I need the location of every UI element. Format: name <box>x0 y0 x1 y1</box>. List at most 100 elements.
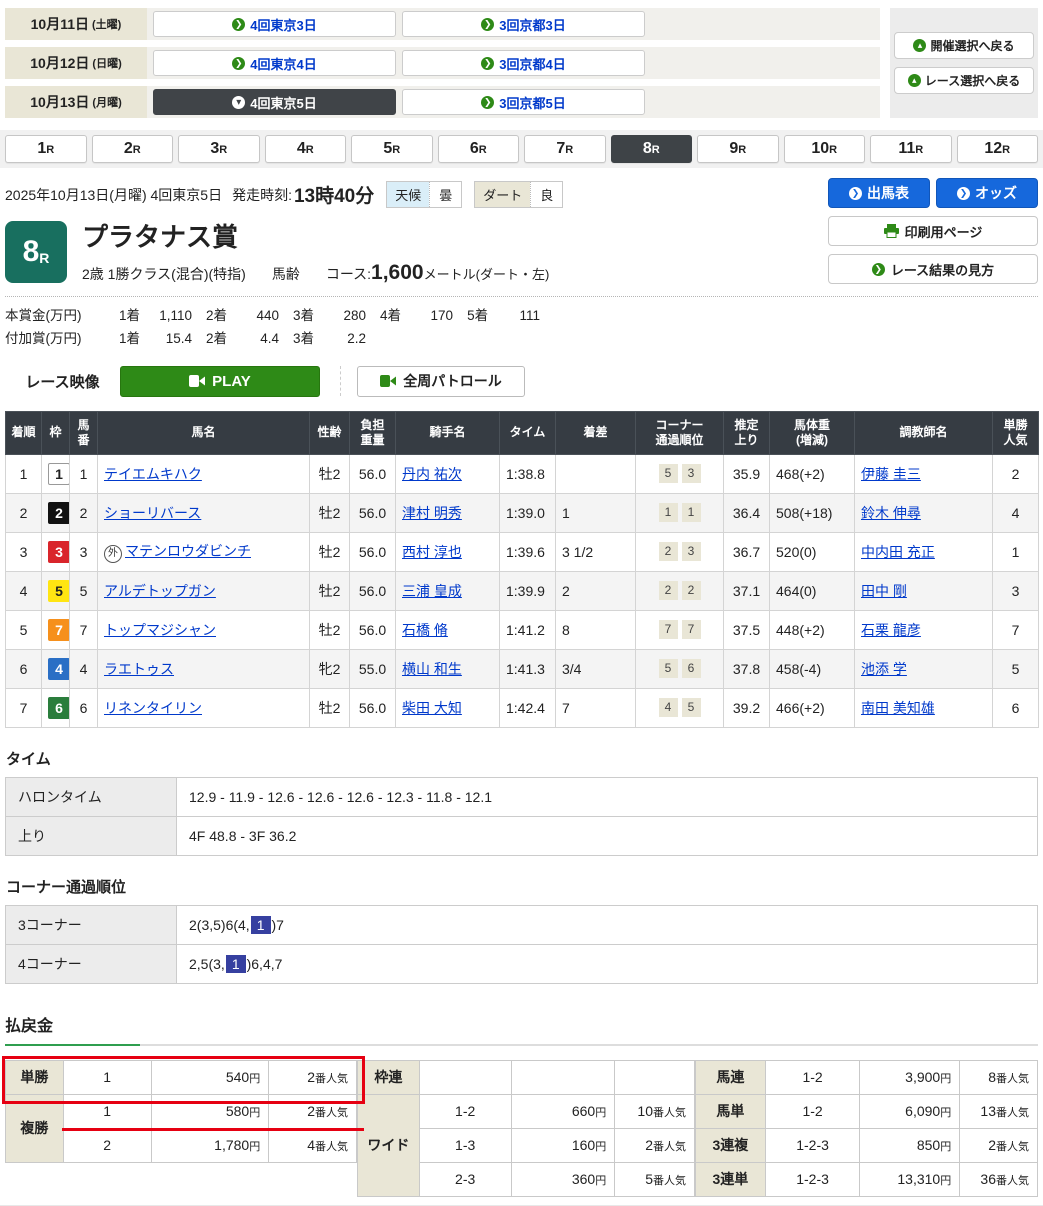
race-tab-7r[interactable]: 7R <box>524 135 606 163</box>
patrol-video-button[interactable]: 全周パトロール <box>357 366 525 397</box>
unit-suffix: 番人気 <box>315 1107 348 1119</box>
result-row: 111テイエムキハク牡256.0丹内 祐次1:38.85335.9468(+2)… <box>6 454 1039 493</box>
race-tab-12r[interactable]: 12R <box>957 135 1039 163</box>
chevron-right-icon: ❯ <box>481 57 494 70</box>
corner-pos-badge: 2 <box>659 581 678 600</box>
jockey-cell: 三浦 皇成 <box>396 571 500 610</box>
finish-time: 1:41.2 <box>500 610 556 649</box>
results-col-header: 馬体重 (増減) <box>770 411 855 454</box>
horse-name-cell: テイエムキハク <box>98 454 310 493</box>
race-tab-4r[interactable]: 4R <box>265 135 347 163</box>
race-number-suffix: R <box>39 250 49 266</box>
carried-weight: 55.0 <box>350 649 396 688</box>
jockey-link[interactable]: 三浦 皇成 <box>402 583 462 599</box>
race-tab-suffix: R <box>652 144 660 156</box>
race-tab-8r[interactable]: 8R <box>611 135 693 163</box>
trainer-cell: 田中 剛 <box>855 571 993 610</box>
corner-pos-badge: 4 <box>659 698 678 717</box>
horse-name-link[interactable]: トップマジシャン <box>104 622 216 638</box>
corner-pos-badge: 1 <box>659 503 678 522</box>
back-to-race-select-button[interactable]: ▴レース選択へ戻る <box>894 67 1034 94</box>
info-value: 12.9 - 11.9 - 12.6 - 12.6 - 12.6 - 12.3 … <box>177 777 1038 816</box>
last-3f: 39.2 <box>724 688 770 727</box>
combination: 1 <box>63 1094 151 1128</box>
trainer-link[interactable]: 伊藤 圭三 <box>861 466 921 482</box>
race-tab-3r[interactable]: 3R <box>178 135 260 163</box>
meeting-button[interactable]: ❯4回東京4日 <box>153 50 396 76</box>
last-3f: 37.5 <box>724 610 770 649</box>
meeting-button[interactable]: ❯3回京都3日 <box>402 11 645 37</box>
trainer-link[interactable]: 中内田 充正 <box>861 544 935 560</box>
results-col-header: 性齢 <box>310 411 350 454</box>
back-to-meeting-select-button[interactable]: ▴開催選択へ戻る <box>894 32 1034 59</box>
trainer-link[interactable]: 田中 剛 <box>861 583 907 599</box>
corner-positions: 77 <box>636 610 724 649</box>
frame-badge: 7 <box>48 619 70 641</box>
race-tab-2r[interactable]: 2R <box>92 135 174 163</box>
prize-place: 2着 <box>206 308 227 323</box>
finish-time: 1:42.4 <box>500 688 556 727</box>
horse-name-link[interactable]: リネンタイリン <box>104 700 202 716</box>
payout-popularity: 8番人気 <box>960 1060 1038 1094</box>
chevron-up-icon: ▴ <box>913 39 926 52</box>
entries-button[interactable]: ❯ 出馬表 <box>828 178 930 208</box>
margin <box>556 454 636 493</box>
race-tab-6r[interactable]: 6R <box>438 135 520 163</box>
race-tab-10r[interactable]: 10R <box>784 135 866 163</box>
results-col-header: 馬名 <box>98 411 310 454</box>
horse-name-link[interactable]: テイエムキハク <box>104 466 202 482</box>
corner-pos-badge: 5 <box>682 698 701 717</box>
trainer-link[interactable]: 池添 学 <box>861 661 907 677</box>
combination: 2-3 <box>419 1162 511 1196</box>
highlighted-horse-number: 1 <box>226 955 246 973</box>
corner-pos-badge: 3 <box>682 464 701 483</box>
start-time-value: 13時40分 <box>294 181 374 208</box>
race-tab-1r[interactable]: 1R <box>5 135 87 163</box>
horse-name-link[interactable]: マテンロウダビンチ <box>125 543 251 559</box>
sex-age: 牡2 <box>310 571 350 610</box>
win-popularity: 5 <box>993 649 1039 688</box>
payout-popularity: 2番人気 <box>960 1128 1038 1162</box>
trainer-link[interactable]: 鈴木 伸尋 <box>861 505 921 521</box>
horse-name-link[interactable]: ラエトゥス <box>104 661 174 677</box>
meeting-button[interactable]: ▾4回東京5日 <box>153 89 396 115</box>
horse-name-link[interactable]: アルデトップガン <box>104 583 216 599</box>
meeting-button[interactable]: ❯4回東京3日 <box>153 11 396 37</box>
jockey-link[interactable]: 津村 明秀 <box>402 505 462 521</box>
race-number-badge: 8R <box>5 221 67 283</box>
race-tab-5r[interactable]: 5R <box>351 135 433 163</box>
unit-suffix: 番人気 <box>996 1141 1029 1153</box>
info-row: 4コーナー2,5(3,1)6,4,7 <box>6 944 1038 983</box>
horse-number: 5 <box>70 571 98 610</box>
combination: 1-2-3 <box>765 1162 860 1196</box>
trainer-link[interactable]: 石栗 龍彦 <box>861 622 921 638</box>
jockey-link[interactable]: 丹内 祐次 <box>402 466 462 482</box>
info-value: 4F 48.8 - 3F 36.2 <box>177 816 1038 855</box>
jockey-link[interactable]: 横山 和生 <box>402 661 462 677</box>
horse-number: 1 <box>70 454 98 493</box>
horse-name-link[interactable]: ショーリバース <box>104 505 201 521</box>
race-tab-suffix: R <box>392 144 400 156</box>
horse-name-cell: リネンタイリン <box>98 688 310 727</box>
unit-suffix: 円 <box>940 1175 951 1187</box>
jockey-link[interactable]: 柴田 大知 <box>402 700 462 716</box>
race-tab-9r[interactable]: 9R <box>697 135 779 163</box>
unit-suffix: 円 <box>595 1175 606 1187</box>
trainer-link[interactable]: 南田 美知雄 <box>861 700 935 716</box>
jockey-link[interactable]: 西村 淳也 <box>402 544 462 560</box>
carried-weight: 56.0 <box>350 532 396 571</box>
play-button[interactable]: PLAY <box>120 366 320 397</box>
jockey-link[interactable]: 石橋 脩 <box>402 622 448 638</box>
time-table: ハロンタイム12.9 - 11.9 - 12.6 - 12.6 - 12.6 -… <box>5 777 1038 856</box>
meeting-button[interactable]: ❯3回京都4日 <box>402 50 645 76</box>
result-guide-button[interactable]: ❯ レース結果の見方 <box>828 254 1038 284</box>
race-number: 8 <box>23 235 40 269</box>
odds-button[interactable]: ❯ オッズ <box>936 178 1038 208</box>
payout-table-right: 馬連1-23,900円8番人気馬単1-26,090円13番人気3連複1-2-38… <box>695 1060 1038 1197</box>
sex-age: 牡2 <box>310 688 350 727</box>
meeting-button[interactable]: ❯3回京都5日 <box>402 89 645 115</box>
race-tab-11r[interactable]: 11R <box>870 135 952 163</box>
frame-number-cell: 4 <box>42 649 70 688</box>
horse-weight: 464(0) <box>770 571 855 610</box>
print-button[interactable]: 印刷用ページ <box>828 216 1038 246</box>
